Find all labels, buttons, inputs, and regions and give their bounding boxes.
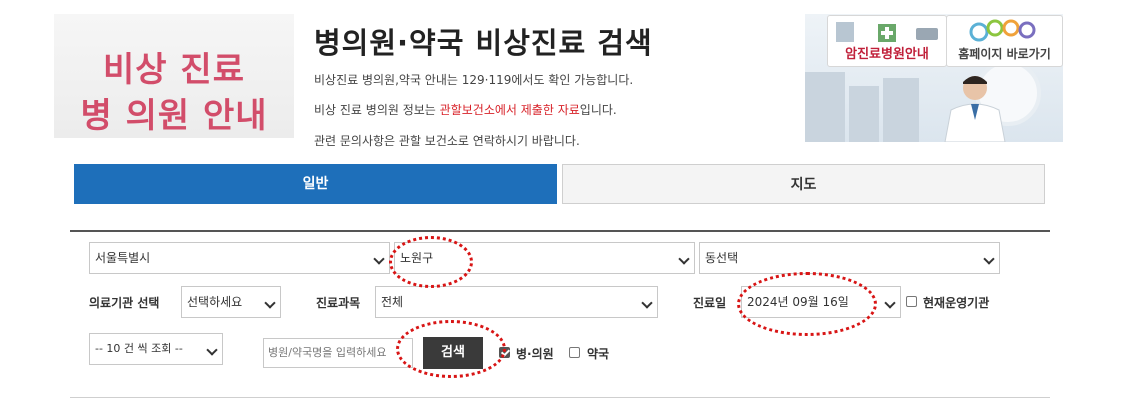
building-shape (805, 72, 845, 142)
department-select[interactable]: 전체 (375, 286, 658, 318)
hospital-label: 병·의원 (516, 347, 554, 361)
info-line-1: 비상진료 병의원,약국 안내는 129·119에서도 확인 가능합니다. (314, 73, 634, 87)
city-select[interactable]: 서울특별시 (89, 242, 390, 274)
operating-checkbox[interactable] (906, 296, 917, 307)
building-shape (849, 86, 879, 142)
tab-general[interactable]: 일반 (74, 164, 557, 204)
banner-line-2: 병 의원 안내 (80, 96, 268, 136)
date-label: 진료일 (693, 296, 727, 310)
panel-bottom-border (70, 397, 1050, 398)
city-select-value: 서울특별시 (95, 251, 151, 265)
info-line-3: 관련 문의사항은 관할 보건소로 연락하시기 바랍니다. (314, 134, 580, 148)
emergency-care-banner: 비상 진료 병 의원 안내 (54, 14, 294, 138)
homepage-label: 홈페이지 바로가기 (958, 47, 1051, 61)
operating-label: 현재운영기관 (923, 296, 990, 310)
annotation-ellipse-date (737, 272, 877, 336)
dong-select-value: 동선택 (705, 251, 739, 265)
info-line-2-post: 입니다. (579, 103, 617, 117)
homepage-button[interactable]: 홈페이지 바로가기 (946, 15, 1063, 67)
cancer-hospital-button[interactable]: 암진료병원안내 (827, 15, 947, 67)
info-line-2-highlight: 관할보건소에서 제출한 자료 (439, 103, 580, 117)
chevron-down-icon (264, 297, 276, 309)
info-line-2: 비상 진료 병의원 정보는 관할보건소에서 제출한 자료입니다. (314, 101, 617, 118)
homepage-logo-icon (969, 19, 1036, 42)
department-label: 진료과목 (316, 296, 361, 310)
institution-select-value: 선택하세요 (187, 295, 243, 309)
department-select-value: 전체 (381, 295, 404, 309)
chevron-down-icon (678, 253, 690, 265)
pharmacy-checkbox[interactable] (569, 347, 580, 358)
institution-label: 의료기관 선택 (89, 296, 160, 310)
chevron-down-icon (373, 253, 385, 265)
annotation-ellipse-district (389, 236, 473, 288)
pharmacy-label: 약국 (587, 347, 610, 361)
chevron-down-icon (884, 297, 896, 309)
chevron-down-icon (983, 253, 995, 265)
hospital-icon (836, 22, 938, 42)
hospital-ad-banner: 암진료병원안내 홈페이지 바로가기 (805, 14, 1063, 142)
building-shape (883, 78, 919, 142)
search-input[interactable]: 병원/약국명을 입력하세요 (263, 338, 413, 368)
banner-line-1: 비상 진료 (103, 50, 245, 90)
panel-top-border (70, 230, 1050, 232)
page-size-select[interactable]: -- 10 건 씩 조회 -- (89, 333, 223, 365)
dong-select[interactable]: 동선택 (699, 242, 1000, 274)
chevron-down-icon (206, 344, 218, 356)
doctor-icon (944, 76, 1006, 142)
cancer-hospital-label: 암진료병원안내 (845, 47, 929, 62)
chevron-down-icon (641, 297, 653, 309)
page-title: 병의원·약국 비상진료 검색 (314, 26, 653, 60)
page-size-select-value: -- 10 건 씩 조회 -- (95, 342, 183, 355)
annotation-ellipse-search (396, 320, 506, 378)
tab-map[interactable]: 지도 (562, 164, 1045, 204)
institution-select[interactable]: 선택하세요 (181, 286, 281, 318)
search-input-placeholder: 병원/약국명을 입력하세요 (268, 346, 387, 359)
info-line-2-pre: 비상 진료 병의원 정보는 (314, 103, 440, 117)
